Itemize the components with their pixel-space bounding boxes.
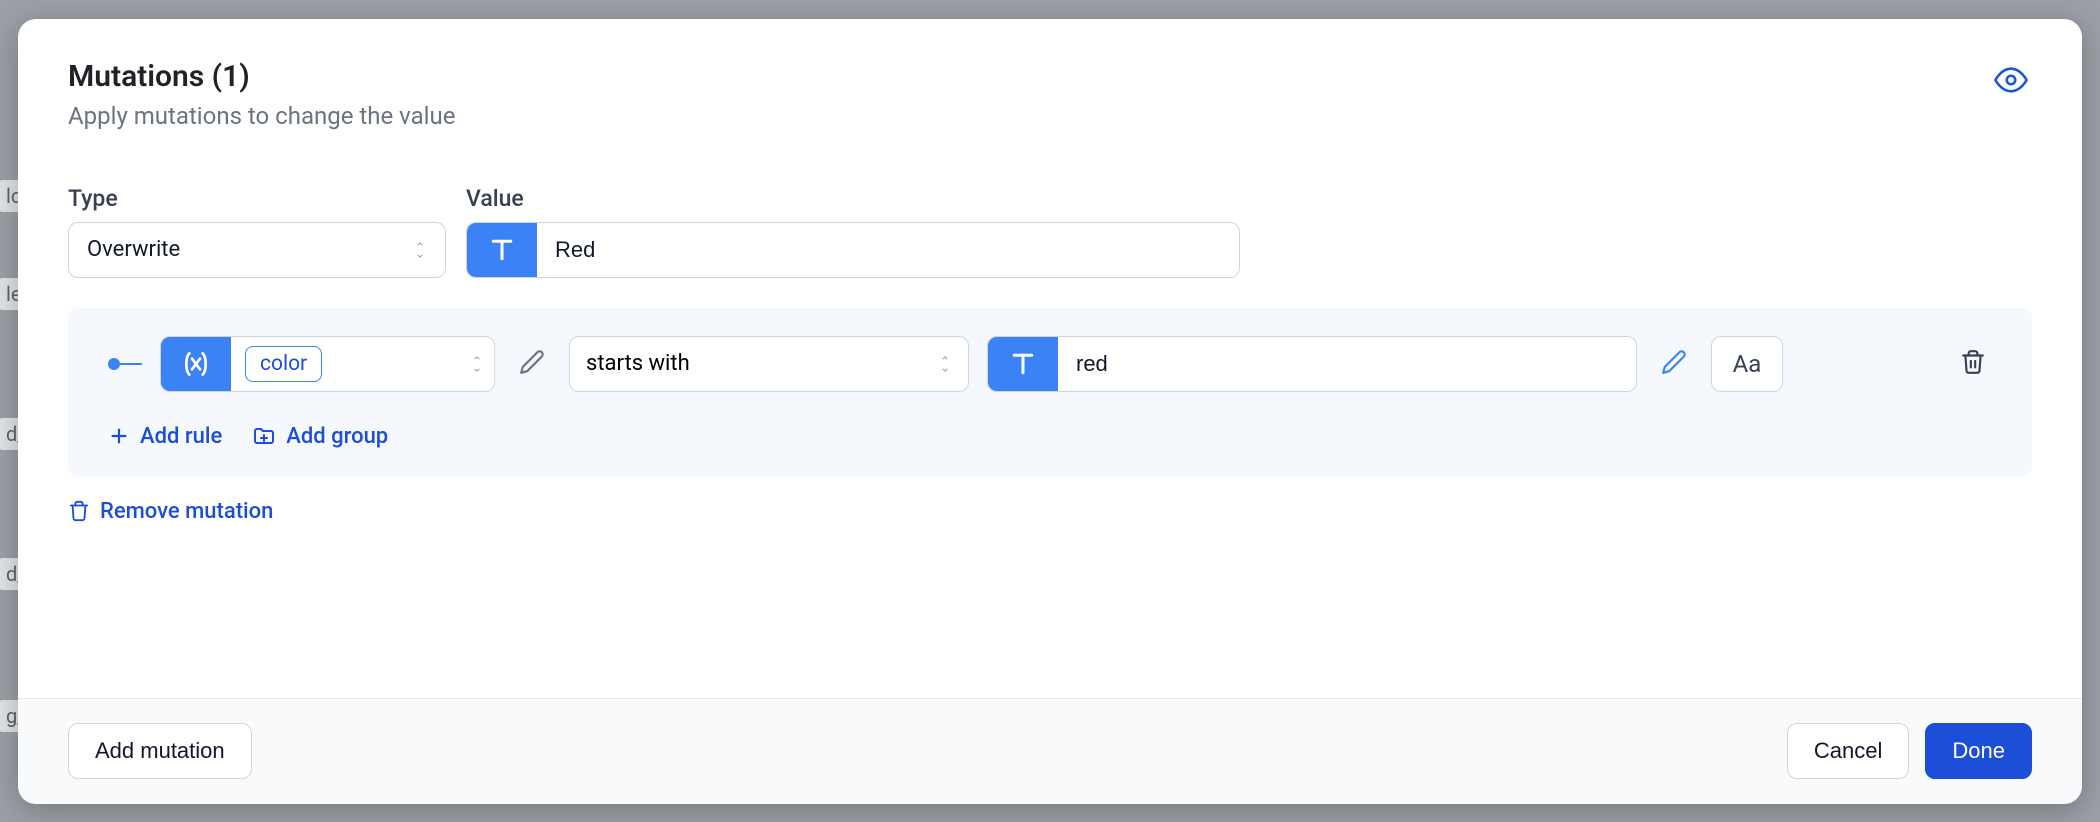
cancel-button[interactable]: Cancel <box>1787 723 1909 779</box>
rule-connector-dot <box>108 358 120 370</box>
value-label: Value <box>466 185 1240 212</box>
modal-subtitle: Apply mutations to change the value <box>68 102 455 130</box>
modal-footer: Add mutation Cancel Done <box>18 698 2082 804</box>
modal-header: Mutations (1) Apply mutations to change … <box>68 59 2032 130</box>
rule-actions: Add rule Add group <box>108 424 1992 449</box>
eye-icon <box>1994 63 2028 97</box>
add-mutation-button[interactable]: Add mutation <box>68 723 252 779</box>
pencil-icon <box>519 349 545 375</box>
variable-select-wrap: color <box>160 336 495 392</box>
pencil-icon <box>1661 349 1687 375</box>
chevron-updown-icon <box>938 355 952 373</box>
case-label: Aa <box>1733 350 1762 378</box>
trash-icon <box>1960 349 1986 375</box>
remove-mutation-row: Remove mutation <box>68 499 2032 527</box>
variable-select[interactable]: color <box>231 337 494 391</box>
edit-variable-button[interactable] <box>513 343 551 385</box>
fields-row: Type Overwrite Value <box>68 185 2032 278</box>
rule-value-input[interactable] <box>1058 337 1636 391</box>
rules-panel: color starts with <box>68 308 2032 477</box>
type-label: Type <box>68 185 446 212</box>
text-type-icon <box>467 223 537 277</box>
footer-right: Cancel Done <box>1787 723 2032 779</box>
variable-tag: color <box>245 346 322 382</box>
folder-plus-icon <box>252 424 276 448</box>
add-rule-label: Add rule <box>140 424 222 449</box>
mutations-modal: Mutations (1) Apply mutations to change … <box>18 19 2082 804</box>
plus-icon <box>108 425 130 447</box>
type-field: Type Overwrite <box>68 185 446 278</box>
operator-value: starts with <box>586 351 690 376</box>
type-select[interactable]: Overwrite <box>68 222 446 278</box>
header-text: Mutations (1) Apply mutations to change … <box>68 59 455 130</box>
add-rule-button[interactable]: Add rule <box>108 424 222 449</box>
add-group-button[interactable]: Add group <box>252 424 388 449</box>
modal-body: Mutations (1) Apply mutations to change … <box>18 19 2082 698</box>
remove-mutation-label: Remove mutation <box>100 499 273 524</box>
type-value: Overwrite <box>87 237 180 262</box>
variable-icon <box>161 337 231 391</box>
trash-icon <box>68 500 90 522</box>
edit-value-button[interactable] <box>1655 343 1693 385</box>
case-sensitive-toggle[interactable]: Aa <box>1711 336 1783 392</box>
chevron-updown-icon <box>413 241 427 259</box>
rule-row: color starts with <box>108 336 1992 392</box>
text-type-icon <box>988 337 1058 391</box>
add-group-label: Add group <box>286 424 388 449</box>
rule-connector-line <box>120 363 142 365</box>
value-input[interactable] <box>537 223 1239 277</box>
remove-mutation-button[interactable]: Remove mutation <box>68 499 273 524</box>
operator-select[interactable]: starts with <box>569 336 969 392</box>
done-button[interactable]: Done <box>1925 723 2032 779</box>
chevron-updown-icon <box>470 355 484 373</box>
preview-button[interactable] <box>1990 59 2032 101</box>
modal-title: Mutations (1) <box>68 59 455 94</box>
rule-value-wrap <box>987 336 1637 392</box>
value-field: Value <box>466 185 1240 278</box>
value-input-wrap <box>466 222 1240 278</box>
delete-rule-button[interactable] <box>1954 343 1992 385</box>
